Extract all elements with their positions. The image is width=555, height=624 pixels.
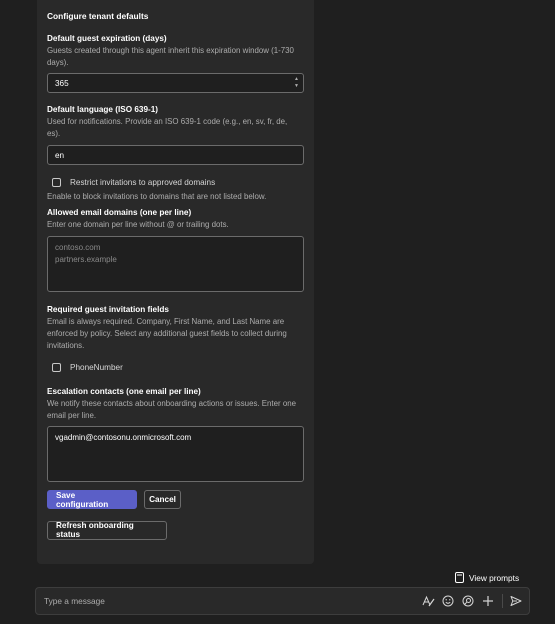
language-input[interactable]: en <box>47 145 304 165</box>
spinner-up-icon[interactable]: ▲ <box>294 76 299 83</box>
language-value: en <box>55 150 65 160</box>
domains-textarea[interactable]: contoso.com partners.example <box>47 236 304 292</box>
number-spinner[interactable]: ▲ ▼ <box>294 76 299 90</box>
card-title: Configure tenant defaults <box>47 11 149 21</box>
restrict-domains-row[interactable]: Restrict invitations to approved domains <box>47 178 304 187</box>
emoji-icon[interactable] <box>441 594 455 608</box>
phonenumber-checkbox[interactable] <box>52 363 61 372</box>
required-fields-label: Required guest invitation fields <box>47 305 169 314</box>
cancel-button[interactable]: Cancel <box>144 490 181 509</box>
view-prompts-label: View prompts <box>469 572 520 583</box>
refresh-row: Refresh onboarding status <box>47 515 304 540</box>
composer-actions <box>415 594 529 608</box>
refresh-onboarding-status-button[interactable]: Refresh onboarding status <box>47 520 167 540</box>
phonenumber-row[interactable]: PhoneNumber <box>47 363 304 372</box>
language-label: Default language (ISO 639-1) <box>47 105 159 114</box>
restrict-domains-help: Enable to block invitations to domains t… <box>47 192 267 201</box>
escalation-label: Escalation contacts (one email per line) <box>47 387 201 396</box>
expiration-help: Guests created through this agent inheri… <box>47 46 294 67</box>
required-fields-help: Email is always required. Company, First… <box>47 317 287 350</box>
expiration-section: Default guest expiration (days) Guests c… <box>47 33 304 93</box>
expiration-input[interactable]: 365 ▲ ▼ <box>47 73 304 93</box>
escalation-section: Escalation contacts (one email per line)… <box>47 386 304 482</box>
escalation-textarea[interactable]: vgadmin@contosonu.onmicrosoft.com <box>47 426 304 482</box>
prompts-icon <box>455 572 464 583</box>
loop-icon[interactable] <box>461 594 475 608</box>
chat-page: Configure tenant defaults Default guest … <box>0 0 555 624</box>
composer-divider <box>502 594 503 608</box>
message-composer: Type a message <box>35 587 530 615</box>
domains-placeholder-line1: contoso.com <box>55 243 101 252</box>
required-fields-section: Required guest invitation fields Email i… <box>47 304 304 372</box>
expiration-value: 365 <box>55 78 69 88</box>
restrict-domains-label: Restrict invitations to approved domains <box>70 178 216 187</box>
domains-help: Enter one domain per line without @ or t… <box>47 220 229 229</box>
tenant-defaults-card: Configure tenant defaults Default guest … <box>37 0 314 564</box>
send-icon[interactable] <box>509 594 523 608</box>
restrict-domains-checkbox[interactable] <box>52 178 61 187</box>
view-prompts-button[interactable]: View prompts <box>455 572 519 583</box>
escalation-help: We notify these contacts about onboardin… <box>47 399 296 420</box>
spinner-down-icon[interactable]: ▼ <box>294 83 299 90</box>
expiration-label: Default guest expiration (days) <box>47 34 167 43</box>
domains-placeholder-line2: partners.example <box>55 255 117 264</box>
language-help: Used for notifications. Provide an ISO 6… <box>47 117 288 138</box>
add-icon[interactable] <box>481 594 495 608</box>
domains-section: Allowed email domains (one per line) Ent… <box>47 207 304 292</box>
format-icon[interactable] <box>421 594 435 608</box>
phonenumber-label: PhoneNumber <box>70 363 123 372</box>
escalation-value: vgadmin@contosonu.onmicrosoft.com <box>55 433 192 442</box>
message-input[interactable]: Type a message <box>36 596 415 606</box>
action-buttons: Save configuration Cancel <box>47 490 304 509</box>
domains-label: Allowed email domains (one per line) <box>47 208 192 217</box>
language-section: Default language (ISO 639-1) Used for no… <box>47 104 304 165</box>
save-configuration-button[interactable]: Save configuration <box>47 490 137 509</box>
